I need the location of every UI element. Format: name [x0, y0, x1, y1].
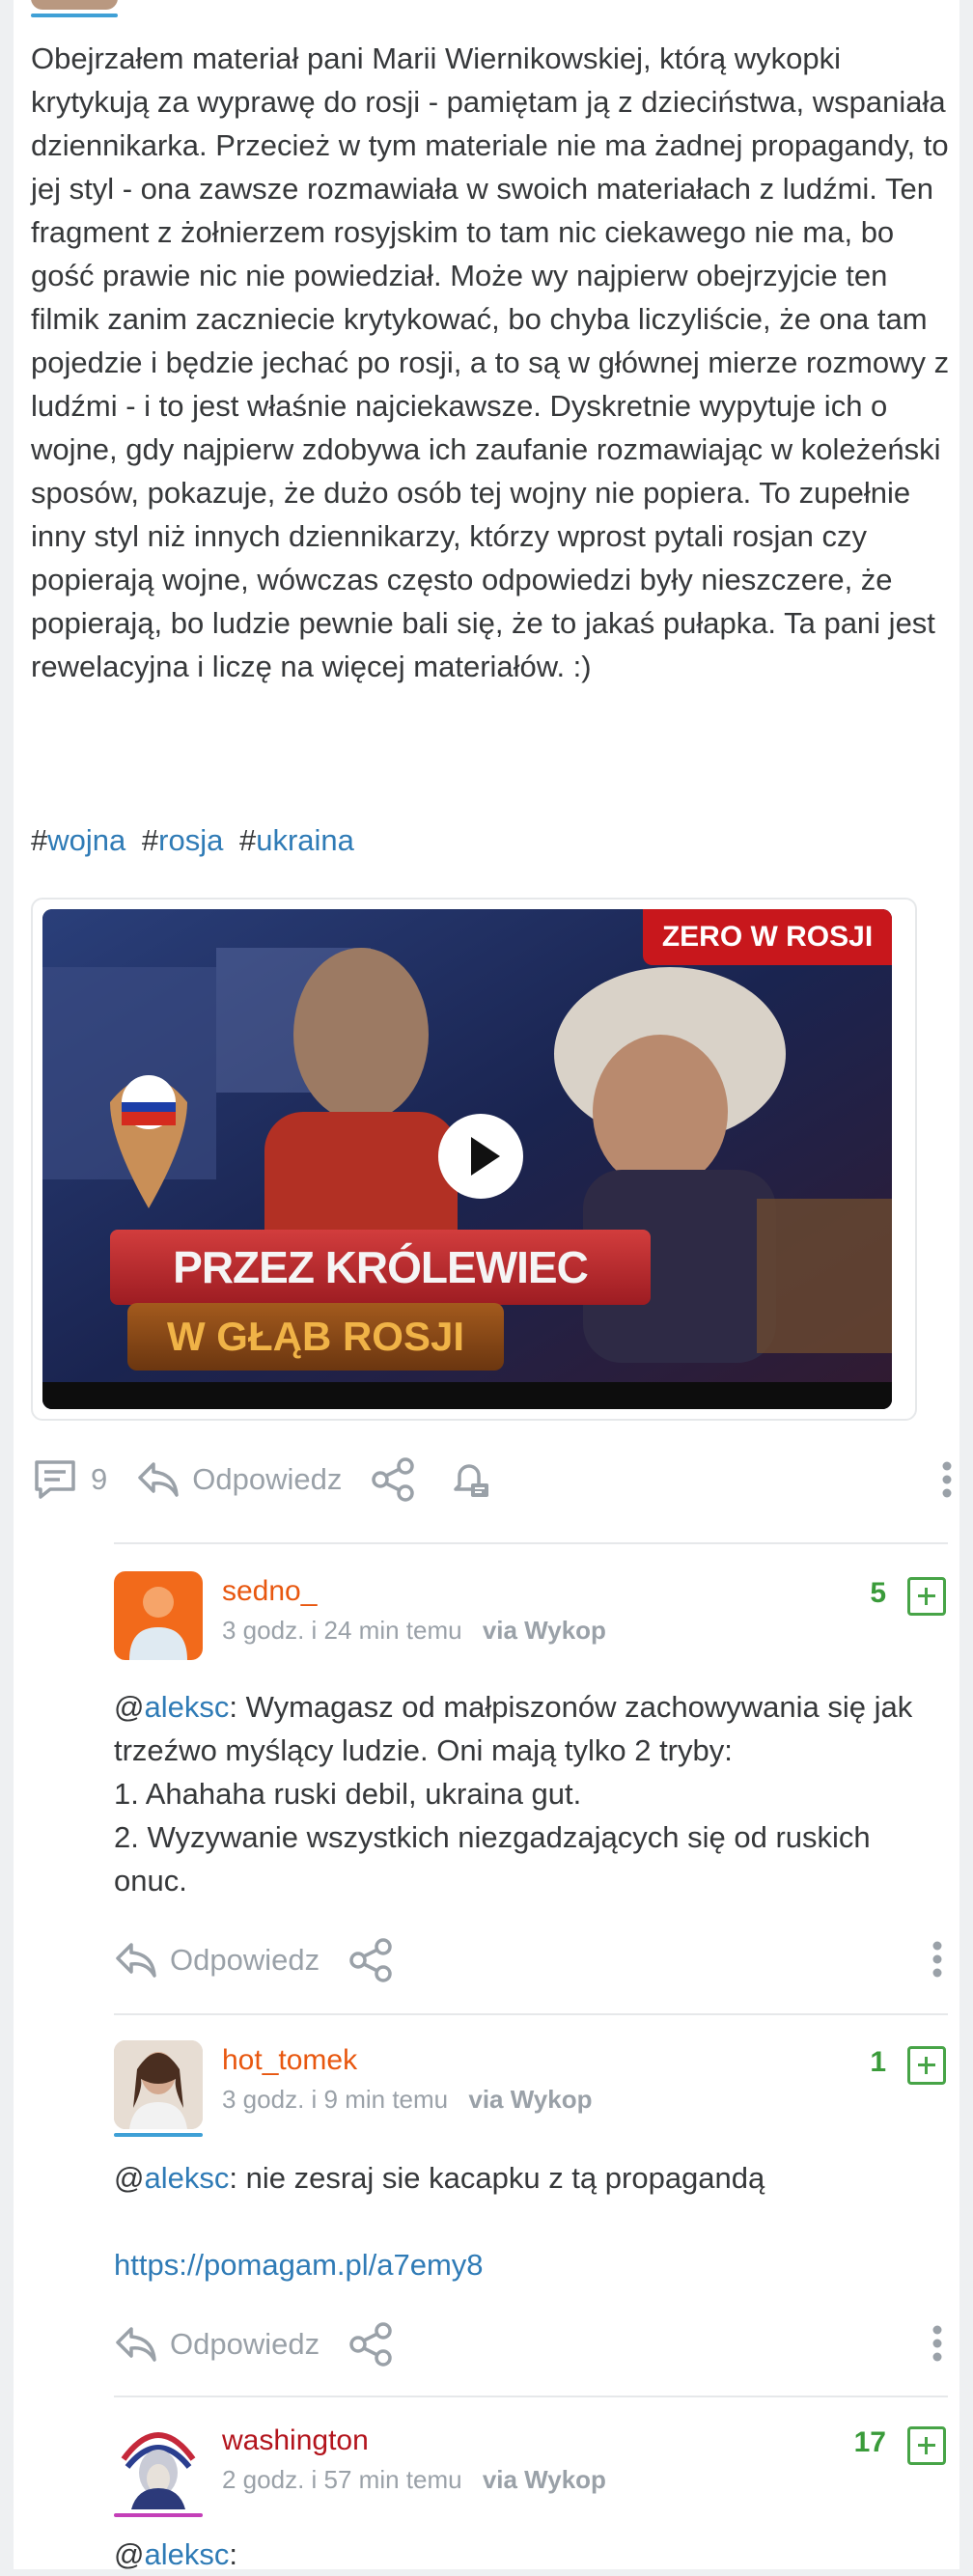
share-button[interactable]: [348, 2322, 395, 2367]
comment-via[interactable]: via Wykop: [468, 2085, 592, 2114]
reply-button[interactable]: Odpowiedz: [114, 1941, 320, 1980]
tag-rosja[interactable]: #rosja: [142, 823, 223, 857]
photo-avatar-icon: [114, 2040, 203, 2129]
share-icon: [349, 2322, 392, 2367]
video-title-line2: W GŁĄB ROSJI: [127, 1303, 504, 1371]
tag-wojna[interactable]: #wojna: [31, 823, 125, 857]
comment-score: 1: [870, 2046, 886, 2078]
comment-line-2: https://pomagam.pl/a7emy8: [114, 2243, 948, 2286]
tag-ukraina[interactable]: #ukraina: [239, 823, 354, 857]
plus-vote-button[interactable]: [907, 1577, 946, 1616]
kebab-icon: [932, 2325, 942, 2362]
comment-actions: Odpowiedz: [114, 2320, 948, 2368]
mention-link[interactable]: aleksc: [144, 2161, 229, 2195]
play-button[interactable]: [438, 1114, 523, 1199]
share-icon: [349, 1938, 392, 1982]
comment-more-button[interactable]: [931, 2324, 944, 2370]
reply-label: Odpowiedz: [170, 1943, 320, 1977]
comment-author[interactable]: hot_tomek: [222, 2044, 357, 2077]
comment-line-1: @aleksc:: [114, 2537, 237, 2571]
comment-author[interactable]: sedno_: [222, 1575, 317, 1608]
bell-comment-icon: [454, 1464, 489, 1497]
comment-item: hot_tomek 3 godz. i 9 min temu via Wykop…: [114, 2040, 948, 2446]
kebab-icon: [932, 1941, 942, 1978]
post-text: Obejrzałem materiał pani Marii Wiernikow…: [31, 42, 958, 683]
external-link[interactable]: https://pomagam.pl/a7emy8: [114, 2248, 484, 2282]
mention-link[interactable]: aleksc: [144, 1690, 229, 1724]
post-author-avatar[interactable]: [31, 0, 118, 10]
avatar[interactable]: [114, 2421, 203, 2509]
divider: [114, 2013, 948, 2015]
avatar-underline: [114, 2513, 203, 2517]
video-title-line1: PRZEZ KRÓLEWIEC: [110, 1230, 651, 1305]
comment-time[interactable]: 2 godz. i 57 min temu: [222, 2465, 462, 2494]
reply-button[interactable]: Odpowiedz: [136, 1460, 342, 1499]
comment-actions: Odpowiedz: [114, 1936, 948, 1984]
share-icon: [372, 1457, 415, 1502]
post-actions: 9 Odpowiedz: [31, 1453, 958, 1507]
comment-meta: 3 godz. i 9 min temu via Wykop: [222, 2085, 592, 2115]
comment-item: sedno_ 3 godz. i 24 min temu via Wykop 5…: [114, 1571, 948, 1996]
comment-line-2: 1. Ahahaha ruski debil, ukraina gut.: [114, 1777, 582, 1811]
reply-icon: [116, 2327, 156, 2362]
comment-score: 5: [870, 1577, 886, 1609]
comment-body: @aleksc: nie zesraj sie kacapku z tą pro…: [114, 2156, 948, 2286]
video-badge: ZERO W ROSJI: [643, 909, 892, 965]
comment-item: washington 2 godz. i 57 min temu via Wyk…: [114, 2421, 948, 2571]
comments-count-button[interactable]: 9: [31, 1458, 107, 1501]
reply-button[interactable]: Odpowiedz: [114, 2325, 320, 2364]
washington-portrait-icon: [114, 2421, 203, 2509]
entry-page: Obejrzałem materiał pani Marii Wiernikow…: [14, 0, 959, 2571]
divider: [114, 2396, 948, 2397]
reply-icon: [116, 1943, 156, 1978]
comment-line-1: @aleksc: Wymagasz od małpiszonów zachowy…: [114, 1690, 913, 1767]
kebab-icon: [942, 1461, 952, 1498]
default-avatar-icon: [129, 1587, 187, 1660]
reply-label: Odpowiedz: [192, 1462, 343, 1496]
comment-author[interactable]: washington: [222, 2424, 369, 2457]
post-tags: #wojna #rosja #ukraina: [31, 818, 362, 862]
post-body: Obejrzałem materiał pani Marii Wiernikow…: [31, 37, 958, 688]
avatar[interactable]: [114, 2040, 203, 2129]
comments-count: 9: [91, 1462, 108, 1496]
comment-via[interactable]: via Wykop: [483, 1616, 606, 1645]
comment-via[interactable]: via Wykop: [483, 2465, 606, 2494]
share-button[interactable]: [348, 1938, 395, 1982]
divider: [114, 1542, 948, 1544]
video-thumbnail[interactable]: ZERO W ROSJI PRZEZ KRÓLEWIEC W GŁĄB ROSJ…: [42, 909, 892, 1409]
comment-body: @aleksc: Wymagasz od małpiszonów zachowy…: [114, 1685, 948, 1902]
comments-icon: [35, 1460, 75, 1499]
comment-body: @aleksc:: [114, 2533, 948, 2576]
reply-icon: [138, 1462, 179, 1497]
comment-meta: 3 godz. i 24 min temu via Wykop: [222, 1616, 606, 1646]
comment-time[interactable]: 3 godz. i 24 min temu: [222, 1616, 462, 1645]
comment-more-button[interactable]: [931, 1940, 944, 1986]
notify-button[interactable]: [446, 1456, 492, 1503]
comment-meta: 2 godz. i 57 min temu via Wykop: [222, 2465, 606, 2495]
embedded-video[interactable]: ZERO W ROSJI PRZEZ KRÓLEWIEC W GŁĄB ROSJ…: [31, 898, 917, 1421]
plus-vote-button[interactable]: [907, 2426, 946, 2465]
comment-line-3: 2. Wyzywanie wszystkich niezgadzających …: [114, 1820, 871, 1897]
video-bottom-bar: [42, 1382, 892, 1409]
plus-vote-button[interactable]: [907, 2046, 946, 2085]
reply-label: Odpowiedz: [170, 2327, 320, 2361]
share-button[interactable]: [371, 1457, 417, 1502]
avatar[interactable]: [114, 1571, 203, 1660]
post-more-button[interactable]: [940, 1460, 954, 1499]
avatar-underline: [114, 2133, 203, 2137]
mention-link[interactable]: aleksc: [144, 2537, 229, 2571]
avatar-underline: [31, 14, 118, 17]
comment-time[interactable]: 3 godz. i 9 min temu: [222, 2085, 448, 2114]
comment-line-1: @aleksc: nie zesraj sie kacapku z tą pro…: [114, 2161, 765, 2195]
comment-score: 17: [853, 2426, 886, 2458]
